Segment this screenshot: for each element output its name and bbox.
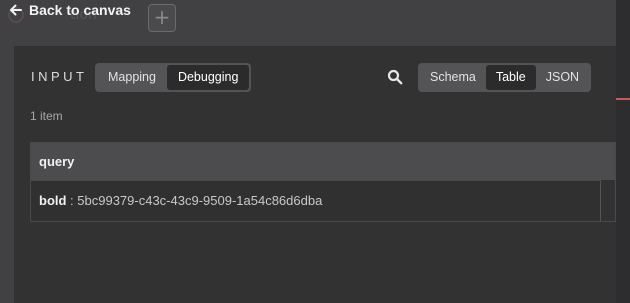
- plus-icon: +: [153, 5, 171, 29]
- back-to-canvas-link[interactable]: Back to canvas: [9, 2, 131, 18]
- table-row: bold : 5bc99379-c43c-43c9-9509-1a54c86d6…: [31, 180, 601, 221]
- column-header-query: query: [31, 143, 615, 180]
- ndv-overlay: tion + Back to canvas INPUT Mapping Debu…: [0, 0, 630, 303]
- arrow-left-icon: [10, 4, 22, 16]
- row-separator: :: [66, 193, 78, 208]
- row-value: 5bc99379-c43c-43c9-9509-1a54c86d6dba: [77, 193, 323, 208]
- tab-debugging[interactable]: Debugging: [166, 65, 250, 90]
- mode-tabs: Mapping Debugging: [95, 63, 252, 92]
- row-key: bold: [39, 193, 67, 208]
- back-to-canvas-label: Back to canvas: [29, 2, 131, 18]
- tab-mapping[interactable]: Mapping: [97, 65, 167, 90]
- output-panel-marker: [616, 98, 630, 100]
- tab-json[interactable]: JSON: [536, 65, 589, 90]
- search-icon[interactable]: [387, 69, 403, 85]
- data-table: query bold : 5bc99379-c43c-43c9-9509-1a5…: [30, 142, 616, 222]
- add-node-button[interactable]: +: [148, 4, 176, 32]
- input-panel-header: INPUT Mapping Debugging Schema Table JSO…: [14, 46, 616, 106]
- item-count: 1 item: [30, 109, 63, 123]
- tab-schema[interactable]: Schema: [420, 65, 486, 90]
- view-tabs: Schema Table JSON: [418, 63, 592, 92]
- panel-title: INPUT: [31, 69, 88, 84]
- tab-table[interactable]: Table: [485, 65, 536, 90]
- output-panel-edge: [616, 0, 630, 303]
- input-panel: INPUT Mapping Debugging Schema Table JSO…: [14, 46, 616, 303]
